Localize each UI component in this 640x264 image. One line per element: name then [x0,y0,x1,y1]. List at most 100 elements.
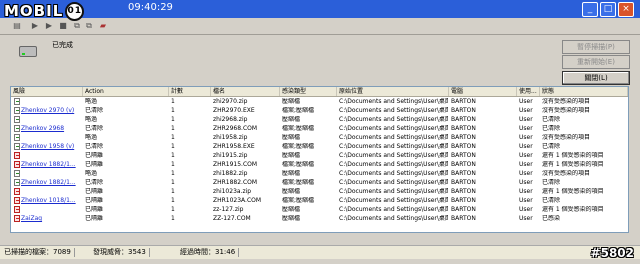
play-icon-2[interactable]: ▶ [44,21,54,31]
type-cell: 檔案;壓縮檔 [282,143,315,150]
computer-cell: BARTON [451,134,476,141]
count-cell: 1 [171,107,175,114]
risk-cell[interactable]: Zhenkov 1882/1... [21,161,81,169]
table-row[interactable]: 已隔離 1 zz-127.zip 壓縮檔 C:\Documents and Settin… [11,206,628,214]
table-row[interactable]: 略過 1 zhi1882.zip 壓縮檔 C:\Documents and Settin… [11,170,628,178]
type-cell: 壓縮檔 [282,188,301,195]
col-action[interactable]: Action [83,87,169,96]
file-cell: ZHR1915.COM [213,161,258,168]
table-row[interactable]: Zhenkov 2968 已清除 1 ZHR2968.COM 檔案;壓縮檔 C:\Docu… [11,125,628,133]
location-cell: C:\Documents and Settings\User\桌面\... [339,143,448,150]
location-cell: C:\Documents and Settings\User\桌面\... [339,179,448,186]
play-icon[interactable]: ▶ [30,21,40,31]
table-row[interactable]: 略過 1 zhi1958.zip 壓縮檔 C:\Documents and Settin… [11,134,628,142]
table-row[interactable]: Zhenkov 2970 (v) 已清除 1 ZHR2970.EXE 檔案;壓縮檔 C:\… [11,107,628,115]
risk-cell [21,116,81,124]
count-cell: 1 [171,215,175,222]
action-cell: 略過 [85,116,98,123]
col-file[interactable]: 檔名 [211,87,280,96]
user-cell: User [519,98,533,105]
action-cell: 已隔離 [85,197,104,204]
col-location[interactable]: 原始位置 [337,87,449,96]
file-cell: ZHR1882.COM [213,179,258,186]
action-cell: 已隔離 [85,161,104,168]
computer-cell: BARTON [451,116,476,123]
status-cell: 還有 1 個受感染的項目 [542,206,604,213]
table-row[interactable]: Zhenkov 1958 (v) 已清除 1 ZHR1958.EXE 檔案;壓縮檔 C:\… [11,143,628,151]
count-cell: 1 [171,161,175,168]
location-cell: C:\Documents and Settings\User\桌面\... [339,107,448,114]
risk-icon [14,197,20,204]
book-icon[interactable]: ▰ [98,21,108,31]
table-row[interactable]: 已隔離 1 zhi1915.zip 壓縮檔 C:\Documents and Setti… [11,152,628,160]
table-row[interactable]: 已隔離 1 zhi1023a.zip 壓縮檔 C:\Documents and Sett… [11,188,628,196]
close-window-button[interactable]: × [618,2,634,17]
user-cell: User [519,134,533,141]
action-cell: 已隔離 [85,206,104,213]
action-cell: 已清除 [85,125,104,132]
user-cell: User [519,179,533,186]
table-row[interactable]: ZaiZag 已隔離 1 ZZ-127.COM 壓縮檔 C:\Documents and … [11,215,628,223]
computer-cell: BARTON [451,161,476,168]
risk-cell [21,134,81,142]
status-cell: 已感染 [542,215,561,222]
doc-icon[interactable]: ▤ [12,21,22,31]
col-user[interactable]: 使用... [517,87,540,96]
table-row[interactable]: 略過 1 zhi2970.zip 壓縮檔 C:\Documents and Settin… [11,98,628,106]
status-cell: 沒有受感染的項目 [542,134,591,141]
table-row[interactable]: Zhenkov 1882/1... 已清除 1 ZHR1882.COM 檔案;壓縮檔 C:… [11,179,628,187]
risk-cell [21,98,81,106]
status-cell: 還有 1 個受感染的項目 [542,188,604,195]
risk-cell[interactable]: Zhenkov 1882/1... [21,179,81,187]
risk-icon [14,161,20,168]
table-row[interactable]: Zhenkov 1018/1... 已隔離 1 ZHR1023A.COM 檔案;壓縮檔 C… [11,197,628,205]
copy-icon[interactable]: ⧉ [72,21,82,31]
copy-icon-2[interactable]: ⧉ [84,21,94,31]
pause-scan-button[interactable]: 暫停掃描(P) [562,40,630,54]
threats-found-count: 發現威脅：3543 [93,248,150,257]
risk-cell[interactable]: Zhenkov 1958 (v) [21,143,81,151]
location-cell: C:\Documents and Settings\User\桌面\... [339,197,448,204]
maximize-button[interactable]: □ [600,2,616,17]
risk-cell[interactable]: Zhenkov 1018/1... [21,197,81,205]
count-cell: 1 [171,188,175,195]
restart-button[interactable]: 重新開始(E) [562,55,630,69]
elapsed-time: 經過時間：31:46 [180,248,240,257]
location-cell: C:\Documents and Settings\User\桌面\... [339,125,448,132]
col-type[interactable]: 感染類型 [280,87,337,96]
type-cell: 壓縮檔 [282,116,301,123]
status-cell: 已清除 [542,197,561,204]
risk-icon [14,206,20,213]
col-computer[interactable]: 電腦 [449,87,517,96]
computer-cell: BARTON [451,98,476,105]
type-cell: 壓縮檔 [282,98,301,105]
watermark: #5802 [590,246,634,260]
close-button[interactable]: 關閉(L) [562,71,630,85]
status-cell: 沒有受感染的項目 [542,170,591,177]
risk-cell [21,188,81,196]
count-cell: 1 [171,143,175,150]
col-count[interactable]: 計數 [169,87,211,96]
action-cell: 已隔離 [85,152,104,159]
file-cell: ZHR1023A.COM [213,197,262,204]
minimize-button[interactable]: _ [582,2,598,17]
risk-cell[interactable]: ZaiZag [21,215,81,223]
window-title: 09:40:29 [128,2,173,13]
col-status[interactable]: 狀態 [540,87,628,96]
count-cell: 1 [171,98,175,105]
col-risk[interactable]: 風險 [11,87,83,96]
table-row[interactable]: 略過 1 zhi2968.zip 壓縮檔 C:\Documents and Settin… [11,116,628,124]
file-cell: zhi1023a.zip [213,188,252,195]
user-cell: User [519,125,533,132]
computer-cell: BARTON [451,206,476,213]
type-cell: 壓縮檔 [282,152,301,159]
user-cell: User [519,206,533,213]
type-cell: 檔案;壓縮檔 [282,179,315,186]
file-cell: zhi1882.zip [213,170,248,177]
risk-cell[interactable]: Zhenkov 2968 [21,125,81,133]
user-cell: User [519,188,533,195]
stop-icon[interactable]: ■ [58,21,68,31]
risk-icon [14,125,20,132]
table-row[interactable]: Zhenkov 1882/1... 已隔離 1 ZHR1915.COM 檔案;壓縮檔 C:… [11,161,628,169]
risk-cell[interactable]: Zhenkov 2970 (v) [21,107,81,115]
